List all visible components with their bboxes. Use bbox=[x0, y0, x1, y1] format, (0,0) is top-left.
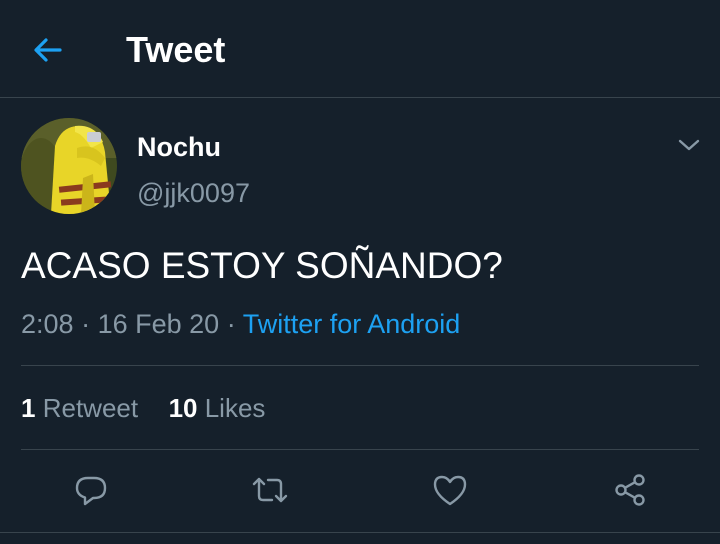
likes-count: 10 bbox=[168, 393, 198, 423]
arrow-left-icon bbox=[34, 38, 62, 62]
tweet-source-link[interactable]: Twitter for Android bbox=[243, 309, 461, 339]
profile-photo bbox=[21, 118, 117, 214]
divider bbox=[0, 532, 720, 533]
retweets-stat[interactable]: 1 Retweet bbox=[21, 393, 138, 423]
tweet-date: 16 Feb 20 bbox=[97, 309, 220, 339]
likes-stat[interactable]: 10 Likes bbox=[169, 393, 266, 423]
more-options-button[interactable] bbox=[672, 130, 706, 160]
page-title: Tweet bbox=[126, 29, 226, 70]
meta-separator: · bbox=[226, 309, 236, 339]
retweet-icon bbox=[252, 477, 288, 503]
retweets-count: 1 bbox=[21, 393, 36, 423]
author-username[interactable]: @jjk0097 bbox=[137, 176, 250, 210]
author-display-name[interactable]: Nochu bbox=[137, 131, 221, 163]
meta-separator: · bbox=[81, 309, 91, 339]
likes-label: Likes bbox=[204, 393, 266, 423]
tweet-actions-bar bbox=[0, 450, 720, 532]
share-button[interactable] bbox=[610, 470, 650, 510]
reply-icon bbox=[75, 476, 107, 506]
retweets-label: Retweet bbox=[42, 393, 139, 423]
tweet-text: ACASO ESTOY SOÑANDO? bbox=[21, 245, 503, 286]
tweet-stats: 1 Retweet 10 Likes bbox=[21, 391, 265, 425]
avatar[interactable] bbox=[21, 118, 117, 214]
like-button[interactable] bbox=[430, 470, 470, 510]
tweet-meta: 2:08 · 16 Feb 20 · Twitter for Android bbox=[21, 307, 460, 341]
tweet-time: 2:08 bbox=[21, 309, 74, 339]
tweet-detail-screen: Tweet Nochu @jjk0097 ACASO ESTOY SOÑANDO… bbox=[0, 0, 720, 544]
reply-button[interactable] bbox=[71, 470, 111, 510]
like-icon bbox=[433, 475, 467, 506]
share-icon bbox=[615, 474, 645, 506]
retweet-button[interactable] bbox=[250, 470, 290, 510]
back-button[interactable] bbox=[28, 30, 68, 70]
top-bar: Tweet bbox=[0, 0, 720, 98]
chevron-down-icon bbox=[678, 139, 700, 151]
divider bbox=[21, 365, 699, 366]
